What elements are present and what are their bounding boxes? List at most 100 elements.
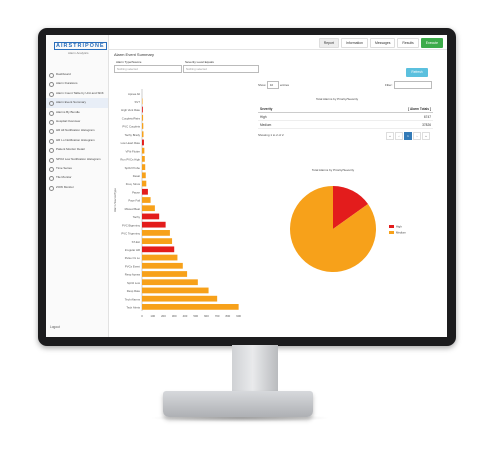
sidebar-item[interactable]: Patient Monitor Detail bbox=[46, 145, 108, 154]
bar[interactable] bbox=[142, 254, 178, 261]
bar[interactable] bbox=[142, 114, 144, 121]
alarm-type-select[interactable]: Nothing selected bbox=[114, 65, 182, 73]
bar[interactable] bbox=[142, 295, 218, 302]
bar[interactable] bbox=[142, 287, 209, 294]
tab-results[interactable]: Results bbox=[397, 38, 419, 48]
category-label: SpO2 Probe bbox=[125, 166, 141, 170]
entries-label: entries bbox=[280, 83, 290, 87]
bar[interactable] bbox=[142, 230, 170, 236]
bar[interactable] bbox=[142, 262, 183, 269]
bar[interactable] bbox=[142, 172, 146, 179]
filter-label: Filter: bbox=[385, 83, 393, 87]
category-label: Tachy bbox=[133, 215, 141, 219]
category-label: Couplets/Pairs bbox=[122, 116, 141, 120]
bar[interactable] bbox=[142, 188, 148, 195]
category-label: Tech Alarms bbox=[125, 297, 141, 301]
table-filter-input[interactable] bbox=[394, 81, 432, 89]
pagination-button[interactable]: « bbox=[386, 132, 394, 140]
table-caption: Total Alarms by Priority/Severity bbox=[316, 97, 359, 101]
sidebar-item[interactable]: Alarm Durations bbox=[46, 79, 108, 88]
tab-execute[interactable]: Execute bbox=[420, 38, 443, 48]
bar[interactable] bbox=[142, 139, 144, 146]
x-tick-label: 700 bbox=[215, 314, 220, 318]
sidebar-item-label: Tile Monitor bbox=[56, 175, 72, 180]
tab-information[interactable]: Information bbox=[340, 38, 368, 48]
menu-item-icon bbox=[49, 129, 54, 135]
pagination-button[interactable]: 1 bbox=[404, 132, 412, 140]
sidebar-item[interactable]: Hospital Overview bbox=[46, 117, 108, 126]
sidebar-item[interactable]: Tile Monitor bbox=[46, 173, 108, 182]
totals-header[interactable]: [ Alarm Totals ] bbox=[324, 105, 433, 113]
bar[interactable] bbox=[142, 106, 143, 113]
category-label: ST-Ext bbox=[132, 240, 141, 244]
sidebar-item[interactable]: Dashboard bbox=[46, 70, 108, 79]
category-label: PVC Trigeminy bbox=[121, 232, 140, 236]
bar[interactable] bbox=[142, 246, 175, 253]
sidebar-item[interactable]: Alarm Event Summary bbox=[46, 98, 108, 108]
total-cell: 6747 bbox=[324, 112, 433, 121]
bar[interactable] bbox=[142, 147, 145, 154]
menu-item-icon bbox=[49, 157, 54, 163]
menu-item-icon bbox=[49, 73, 54, 78]
menu-item-icon bbox=[49, 176, 54, 182]
page-size-select[interactable]: 10 bbox=[267, 81, 279, 89]
y-axis-label: Alarm Source/Type bbox=[113, 188, 117, 212]
table-row: Medium 37826 bbox=[258, 120, 433, 129]
category-label: Pulse Ox Lo bbox=[125, 256, 141, 260]
logout-link[interactable]: Logout bbox=[50, 325, 60, 329]
bar[interactable] bbox=[142, 213, 160, 220]
category-label: PVCs Event bbox=[125, 264, 140, 268]
sidebar-item[interactable]: Alarms By Bundle bbox=[46, 108, 108, 117]
sidebar-item[interactable]: SPO2 Low Notification Histogram bbox=[46, 155, 108, 164]
tab-report[interactable]: Report bbox=[318, 38, 339, 48]
bar[interactable] bbox=[142, 238, 173, 244]
summary-table: Severity [ Alarm Totals ] High 6747 Medi… bbox=[258, 105, 433, 129]
bar-chart-panel: Apnea Alt SVT High Vent Rate Couplets/Pairs… bbox=[112, 83, 252, 333]
severity-cell: Medium bbox=[258, 120, 325, 129]
severity-cell: High bbox=[258, 112, 325, 121]
sidebar-item-label: HR Lo Notification Histogram bbox=[56, 137, 95, 142]
sidebar-item[interactable]: Alarm Count Table by Unit and Shift bbox=[46, 89, 108, 98]
bar[interactable] bbox=[142, 180, 147, 187]
severity-header[interactable]: Severity bbox=[258, 105, 325, 113]
pagination-button[interactable]: › bbox=[413, 132, 421, 140]
legend-label: Medium bbox=[396, 231, 407, 235]
bar[interactable] bbox=[142, 156, 145, 162]
pagination-button[interactable]: ‹ bbox=[395, 132, 403, 140]
menu-item-icon bbox=[49, 82, 54, 88]
bar[interactable] bbox=[142, 164, 146, 170]
sidebar-item-label: Alarm Count Table by Unit and Shift bbox=[56, 90, 104, 95]
app-logo[interactable]: AIRSTRIPONE bbox=[54, 42, 107, 50]
severity-select[interactable]: Nothing selected bbox=[183, 65, 259, 73]
top-tabs: Report Information Messages Results Execute bbox=[318, 38, 443, 48]
bar[interactable] bbox=[142, 98, 143, 105]
monitor-bezel: AIRSTRIPONE Alarm Analytics Dashboard Ala… bbox=[38, 28, 456, 346]
bar[interactable] bbox=[142, 131, 144, 138]
category-label: SpO2 Low bbox=[127, 281, 141, 285]
bar[interactable] bbox=[142, 221, 166, 228]
sidebar-item[interactable]: HR Lo Notification Histogram bbox=[46, 136, 108, 145]
bar[interactable] bbox=[142, 197, 151, 203]
top-bar: Report Information Messages Results Execute bbox=[108, 35, 447, 50]
x-tick-label: 100 bbox=[150, 314, 155, 318]
x-tick-label: 0 bbox=[141, 314, 143, 318]
sidebar-item[interactable]: ZOW Monitor bbox=[46, 183, 108, 192]
bar[interactable] bbox=[142, 279, 198, 286]
sidebar-item[interactable]: Time Series bbox=[46, 164, 108, 173]
bar[interactable] bbox=[142, 123, 144, 129]
tab-messages[interactable]: Messages bbox=[369, 38, 396, 48]
monitor-stand-foot bbox=[163, 391, 313, 417]
category-label: Low Heart Rate bbox=[121, 141, 141, 145]
sidebar-item-label: Dashboard bbox=[56, 72, 71, 76]
bar[interactable] bbox=[142, 304, 239, 310]
refresh-button[interactable]: Refresh bbox=[406, 68, 428, 77]
bar[interactable] bbox=[142, 205, 155, 212]
x-tick-label: 900 bbox=[236, 314, 241, 318]
x-tick-label: 400 bbox=[183, 314, 188, 318]
bar[interactable] bbox=[142, 271, 188, 277]
sidebar-item-label: Time Series bbox=[56, 165, 72, 170]
pagination-button[interactable]: » bbox=[422, 132, 430, 140]
sidebar-item[interactable]: HR All Notification Histogram bbox=[46, 126, 108, 135]
legend-swatch bbox=[389, 225, 394, 228]
category-label: Tech Alerts bbox=[126, 306, 140, 310]
